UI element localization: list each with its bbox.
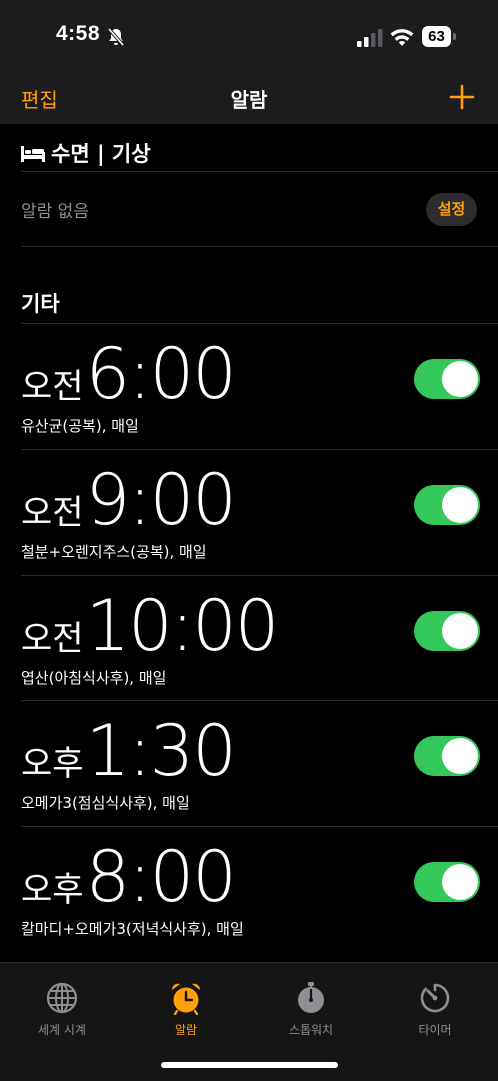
alarm-label: 엽산(아침식사후), 매일 xyxy=(21,669,167,687)
plus-icon[interactable] xyxy=(449,84,475,110)
setup-button[interactable]: 설정 xyxy=(426,193,477,226)
alarm-time: 오후 8:00 xyxy=(21,836,237,918)
bed-icon xyxy=(21,146,45,162)
alarm-clock-time: 8:00 xyxy=(85,836,237,918)
alarm-ampm: 오후 xyxy=(21,744,84,784)
alarm-ampm: 오후 xyxy=(21,870,84,910)
toggle-knob xyxy=(442,738,478,774)
toggle-knob xyxy=(442,613,478,649)
alarm-clock-icon xyxy=(171,983,201,1015)
signal-icon xyxy=(357,29,383,47)
tab-label: 알람 xyxy=(174,1023,198,1037)
tab-label: 타이머 xyxy=(418,1023,452,1037)
alarm-row[interactable]: 오전 10:00 엽산(아침식사후), 매일 xyxy=(0,576,498,702)
status-bar: 4:58 63 xyxy=(0,0,498,72)
alarm-ampm: 오전 xyxy=(21,619,84,659)
alarm-clock-time: 1:30 xyxy=(85,710,237,792)
bell-slash-icon xyxy=(107,27,125,47)
stopwatch-icon xyxy=(298,982,324,1013)
status-time: 4:58 xyxy=(56,22,101,45)
alarm-toggle[interactable] xyxy=(414,611,480,651)
alarm-row[interactable]: 오전 9:00 철분+오렌지주스(공복), 매일 xyxy=(0,450,498,576)
tab-world-clock[interactable]: 세계 시계 xyxy=(12,981,112,1038)
alarm-label: 유산균(공복), 매일 xyxy=(21,417,139,435)
alarm-time: 오후 1:30 xyxy=(21,710,237,792)
alarm-time: 오전 6:00 xyxy=(21,333,237,415)
alarm-label: 칼마디+오메가3(저녁식사후), 매일 xyxy=(21,920,244,938)
alarm-time: 오전 10:00 xyxy=(21,585,280,667)
no-alarm-text: 알람 없음 xyxy=(21,202,89,222)
tab-stopwatch[interactable]: 스톱워치 xyxy=(261,981,361,1038)
alarm-toggle[interactable] xyxy=(414,359,480,399)
toggle-knob xyxy=(442,487,478,523)
alarm-row[interactable]: 오후 8:00 칼마디+오메가3(저녁식사후), 매일 xyxy=(0,827,498,953)
alarm-label: 오메가3(점심식사후), 매일 xyxy=(21,794,190,812)
tab-timer[interactable]: 타이머 xyxy=(385,981,485,1038)
alarm-row[interactable]: 오전 6:00 유산균(공복), 매일 xyxy=(0,324,498,450)
alarm-row[interactable]: 오후 1:30 오메가3(점심식사후), 매일 xyxy=(0,701,498,827)
wifi-icon xyxy=(390,29,414,46)
timer-icon xyxy=(420,983,450,1013)
alarm-ampm: 오전 xyxy=(21,367,84,407)
alarm-toggle[interactable] xyxy=(414,862,480,902)
toggle-knob xyxy=(442,864,478,900)
tab-label: 세계 시계 xyxy=(38,1023,86,1037)
nav-bar: 편집 알람 xyxy=(0,72,498,124)
toggle-knob xyxy=(442,361,478,397)
alarm-label: 철분+오렌지주스(공복), 매일 xyxy=(21,543,207,561)
alarm-clock-time: 6:00 xyxy=(85,333,237,415)
globe-icon xyxy=(46,982,78,1014)
alarm-toggle[interactable] xyxy=(414,485,480,525)
tab-alarm[interactable]: 알람 xyxy=(136,981,236,1038)
home-indicator xyxy=(161,1062,338,1068)
battery-percent: 63 xyxy=(428,28,445,45)
battery-icon: 63 xyxy=(422,26,456,47)
other-section-header: 기타 xyxy=(21,292,60,316)
alarm-toggle[interactable] xyxy=(414,736,480,776)
alarm-clock-time: 9:00 xyxy=(85,459,237,541)
alarm-ampm: 오전 xyxy=(21,493,84,533)
divider xyxy=(21,171,498,172)
divider xyxy=(21,246,498,247)
alarm-clock-time: 10:00 xyxy=(85,585,280,667)
sleep-section-header: 수면 | 기상 xyxy=(21,138,151,168)
alarm-time: 오전 9:00 xyxy=(21,459,237,541)
tab-label: 스톱워치 xyxy=(288,1023,334,1037)
page-title: 알람 xyxy=(230,88,268,112)
sleep-section-title: 수면 | 기상 xyxy=(51,142,151,166)
